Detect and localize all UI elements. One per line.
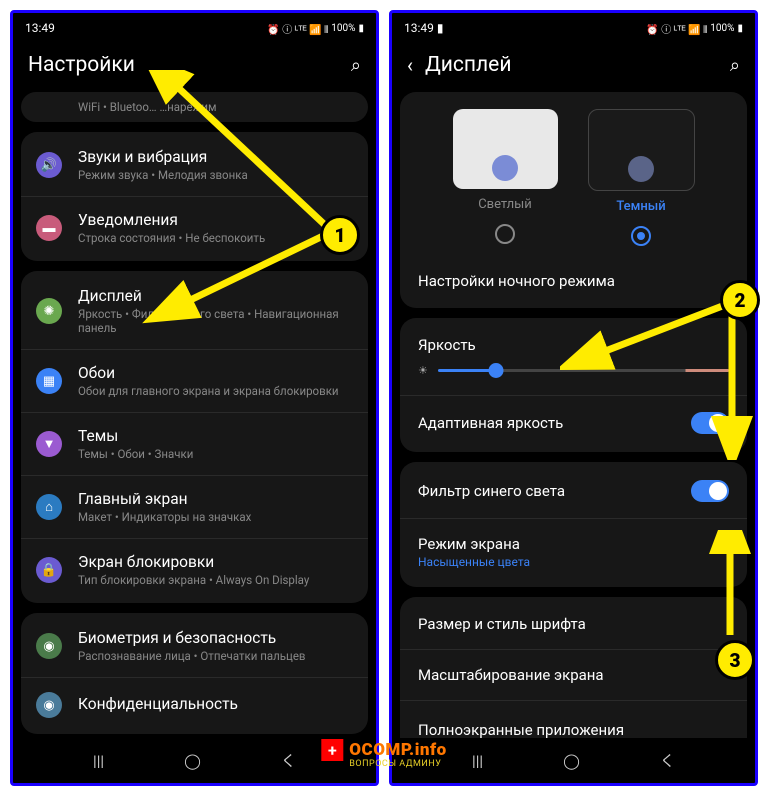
sun-icon: ☀ (418, 364, 428, 377)
item-blue-filter[interactable]: Фильтр синего света (400, 464, 747, 519)
status-icons: ⏰ ⓘ ᴸᵀᴱ 📶 ⫴ 100%▮ (646, 21, 743, 36)
nav-recents[interactable]: ||| (472, 752, 483, 770)
item-screen-mode[interactable]: Режим экранаНасыщенные цвета (400, 519, 747, 585)
item-themes[interactable]: ▼ ТемыТемы • Обои • Значки (21, 413, 368, 476)
nav-back[interactable]: く (660, 750, 675, 771)
card-font-scaling: Размер и стиль шрифта Масштабирование эк… (400, 597, 747, 738)
badge-1: 1 (320, 215, 360, 255)
watermark: + OCOMP.info ВОПРОСЫ АДМИНУ (321, 739, 446, 761)
card-security-group: ◉ Биометрия и безопасностьРаспознавание … (21, 613, 368, 734)
nav-recents[interactable]: ||| (93, 752, 104, 770)
watermark-flag: + (321, 739, 343, 761)
dark-preview (588, 109, 695, 191)
status-time: 13:49 (25, 21, 55, 35)
nav-home[interactable]: ◯ (563, 752, 580, 770)
privacy-icon: ◉ (36, 692, 62, 718)
badge-3: 3 (715, 640, 755, 680)
status-time: 13:49 ▮ (404, 21, 443, 35)
item-lockscreen[interactable]: 🔒 Экран блокировкиТип блокировки экрана … (21, 539, 368, 601)
status-icons: ⏰ ⓘ ᴸᵀᴱ 📶 ⫴ 100%▮ (267, 21, 364, 36)
item-font-size[interactable]: Размер и стиль шрифта (400, 599, 747, 650)
shield-icon: ◉ (36, 633, 62, 659)
radio-light[interactable] (495, 224, 515, 244)
nav-back[interactable]: く (281, 750, 296, 771)
nav-home[interactable]: ◯ (184, 752, 201, 770)
wallpaper-icon: ▦ (36, 368, 62, 394)
item-fullscreen-apps[interactable]: Полноэкранные приложения (400, 701, 747, 738)
card-filter-mode: Фильтр синего света Режим экранаНасыщенн… (400, 462, 747, 587)
back-icon[interactable]: ‹ (407, 53, 413, 77)
item-biometrics[interactable]: ◉ Биометрия и безопасностьРаспознавание … (21, 615, 368, 678)
bluefilter-toggle[interactable] (691, 480, 729, 502)
lock-icon: 🔒 (36, 557, 62, 583)
themes-icon: ▼ (36, 431, 62, 457)
item-wallpaper[interactable]: ▦ ОбоиОбои для главного экрана и экрана … (21, 350, 368, 413)
sounds-icon: 🔊 (36, 152, 62, 178)
item-home[interactable]: ⌂ Главный экранМакет • Индикаторы на зна… (21, 476, 368, 539)
theme-light-option[interactable]: Светлый (453, 109, 558, 246)
radio-dark[interactable] (631, 226, 651, 246)
status-bar: 13:49 ⏰ ⓘ ᴸᵀᴱ 📶 ⫴ 100%▮ (13, 13, 376, 43)
theme-dark-option[interactable]: Темный (588, 109, 695, 246)
status-bar: 13:49 ▮ ⏰ ⓘ ᴸᵀᴱ 📶 ⫴ 100%▮ (392, 13, 755, 43)
badge-2: 2 (720, 280, 760, 320)
annotation-arrow-1 (70, 70, 350, 340)
home-icon: ⌂ (36, 494, 62, 520)
search-icon[interactable]: ⌕ (730, 55, 740, 76)
display-icon: ✺ (36, 298, 62, 324)
page-title: Дисплей (425, 53, 511, 77)
search-icon[interactable]: ⌕ (351, 55, 361, 76)
notifications-icon: ▬ (36, 215, 62, 241)
item-privacy[interactable]: ◉ Конфиденциальность (21, 678, 368, 732)
item-scaling[interactable]: Масштабирование экрана (400, 650, 747, 701)
annotation-arrow-3 (700, 530, 760, 650)
display-header: ‹ Дисплей ⌕ (392, 43, 755, 92)
light-preview (453, 109, 558, 189)
card-theme: Светлый Темный Настройки ночного режима (400, 92, 747, 308)
